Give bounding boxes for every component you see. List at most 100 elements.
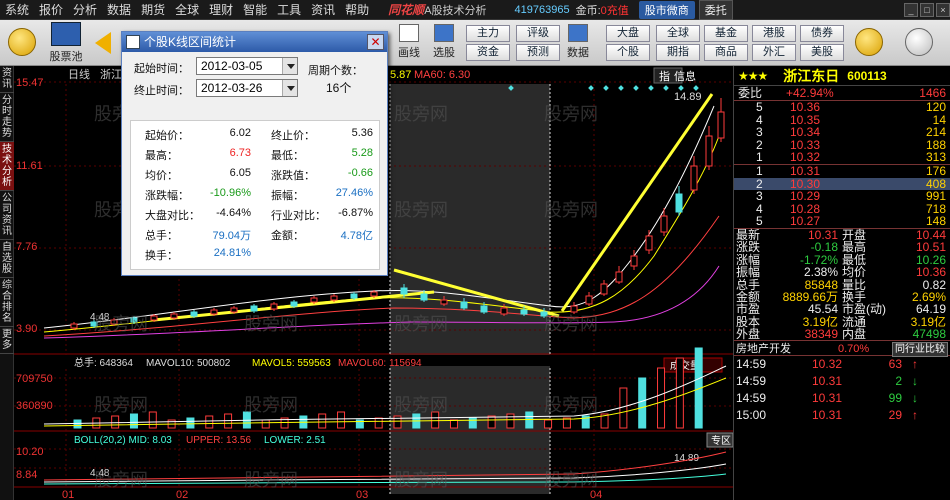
buy-level-row[interactable]: 2 10.30 408: [734, 177, 950, 191]
data-button[interactable]: 数据: [562, 24, 594, 60]
quote-stat-row: 涨跌 -0.18 最高 10.51: [734, 241, 950, 254]
interval-stats-dialog[interactable]: 个股K线区间统计 ✕ 起始时间： 2012-03-05 终止时间： 2012-0…: [121, 31, 388, 276]
toolbar-button[interactable]: 预测: [516, 44, 560, 61]
buy-level-row[interactable]: 4 10.28 718: [734, 202, 950, 216]
stat-label: 涨跌幅：: [145, 190, 189, 202]
menu-item[interactable]: 期货: [136, 0, 170, 20]
toolbar-button[interactable]: 评级: [516, 25, 560, 42]
toolbar-button[interactable]: 全球: [656, 25, 700, 42]
coin-icon-right[interactable]: [855, 28, 883, 56]
down-arrow-icon: ↓: [912, 374, 918, 389]
user-icon[interactable]: [905, 28, 933, 56]
toolbar-button[interactable]: 港股: [752, 25, 796, 42]
sell-level-row[interactable]: 5 10.36 120: [734, 101, 950, 114]
back-arrow-icon[interactable]: [95, 32, 111, 54]
toolbar-button[interactable]: 外汇: [752, 44, 796, 61]
menu-item[interactable]: 帮助: [340, 0, 374, 20]
buy-level-row[interactable]: 1 10.31 176: [734, 164, 950, 178]
sector-name[interactable]: 房地产开发: [736, 341, 791, 357]
volume-bar: [337, 411, 346, 429]
volume-bar: [73, 419, 82, 429]
left-tab[interactable]: 综合排名: [0, 278, 14, 327]
candle-body: [150, 315, 158, 321]
x-axis-label: 01: [62, 489, 74, 500]
close-icon[interactable]: ×: [936, 2, 950, 17]
left-tab[interactable]: 公司资讯: [0, 191, 14, 240]
start-time-select[interactable]: 2012-03-05: [196, 57, 298, 75]
sell-level-row[interactable]: 3 10.34 214: [734, 126, 950, 139]
menu-item[interactable]: 系统: [0, 0, 34, 20]
candle-body: [310, 297, 318, 303]
left-tab[interactable]: 分时走势: [0, 93, 14, 142]
stock-pool-button[interactable]: 股票池: [44, 22, 88, 64]
toolbar-button[interactable]: 个股: [606, 44, 650, 61]
sector-compare-button[interactable]: 同行业比较: [892, 342, 948, 358]
stat-label: 内盘: [842, 327, 867, 342]
mavol60-label: MAVOL60: 115694: [338, 358, 422, 369]
menu-item[interactable]: 理财: [204, 0, 238, 20]
candle-body: [70, 323, 78, 329]
sector-change: 0.70%: [838, 343, 870, 356]
start-time-label: 起始时间：: [134, 63, 189, 75]
toolbar-button[interactable]: 债券: [800, 25, 844, 42]
toolbar-button[interactable]: 大盘: [606, 25, 650, 42]
toolbar-button[interactable]: 期指: [656, 44, 700, 61]
stock-select-button[interactable]: 选股: [428, 24, 460, 60]
candle-body: [270, 303, 278, 310]
toolbar-button[interactable]: 资金: [466, 44, 510, 61]
dialog-close-button[interactable]: ✕: [367, 34, 384, 50]
menu-item[interactable]: 智能: [238, 0, 272, 20]
candle-body: [420, 293, 428, 301]
end-time-select[interactable]: 2012-03-26: [196, 79, 298, 97]
delegate-button[interactable]: 委托: [698, 0, 733, 20]
menu-item[interactable]: 数据: [102, 0, 136, 20]
menu-item[interactable]: 全球: [170, 0, 204, 20]
left-tab[interactable]: 更多: [0, 327, 14, 354]
volume-bar: [487, 415, 496, 429]
candle-body: [675, 193, 683, 213]
dialog-title-bar[interactable]: 个股K线区间统计 ✕: [122, 32, 387, 52]
toolbar-button[interactable]: 商品: [704, 44, 748, 61]
app-subtitle: A股技术分析: [424, 4, 487, 17]
watermark-text: 股旁网: [244, 470, 298, 490]
toolbar-button[interactable]: 基金: [704, 25, 748, 42]
watermark-text: 股旁网: [394, 200, 448, 220]
stat-value: -0.66: [347, 167, 373, 179]
buy-level-row[interactable]: 5 10.27 148: [734, 215, 950, 228]
menu-item[interactable]: 报价: [34, 0, 68, 20]
price-axis-label: 3.90: [16, 323, 37, 335]
candle-body: [520, 309, 528, 315]
left-tab[interactable]: 技术分析: [0, 142, 14, 191]
sell-level-row[interactable]: 4 10.35 14: [734, 113, 950, 127]
stock-code: 600113: [847, 68, 887, 83]
left-tab[interactable]: 自选股: [0, 240, 14, 278]
dropdown-arrow-icon[interactable]: [282, 80, 297, 96]
menu-item[interactable]: 工具: [272, 0, 306, 20]
left-tab[interactable]: 资讯: [0, 66, 14, 93]
volume-axis-label: 360890: [16, 400, 53, 412]
tick-volume: 63: [888, 357, 902, 372]
toolbar-button[interactable]: 美股: [800, 44, 844, 61]
draw-button[interactable]: 画线: [394, 24, 424, 60]
sell-level-row[interactable]: 2 10.33 188: [734, 138, 950, 152]
dropdown-arrow-icon[interactable]: [282, 58, 297, 74]
stat-label: 涨跌值：: [271, 170, 315, 182]
sector-row: 房地产开发 0.70% 同行业比较: [734, 340, 950, 358]
stock-hot-button[interactable]: 股市微商: [638, 0, 695, 19]
maximize-icon[interactable]: □: [920, 2, 934, 17]
coin-icon[interactable]: [8, 28, 36, 56]
menu-item[interactable]: 分析: [68, 0, 102, 20]
x-axis-label: 02: [176, 489, 188, 500]
stat-value: 6.05: [229, 167, 251, 179]
boll-axis-label: 8.84: [16, 469, 37, 481]
account-id[interactable]: 419763965: [515, 4, 570, 16]
menu-item[interactable]: 资讯: [306, 0, 340, 20]
volume-total-label: 总手: 648364: [74, 356, 133, 369]
buy-level-row[interactable]: 3 10.29 991: [734, 190, 950, 203]
sell-level-row[interactable]: 1 10.32 313: [734, 151, 950, 164]
weibi-label: 委比: [738, 86, 763, 100]
toolbar-button[interactable]: 主力: [466, 25, 510, 42]
recharge-link[interactable]: 充值: [607, 2, 629, 18]
left-tab-bar: 资讯 分时走势 技术分析 公司资讯 自选股 综合排名 更多: [0, 66, 14, 500]
minimize-icon[interactable]: _: [904, 2, 918, 17]
